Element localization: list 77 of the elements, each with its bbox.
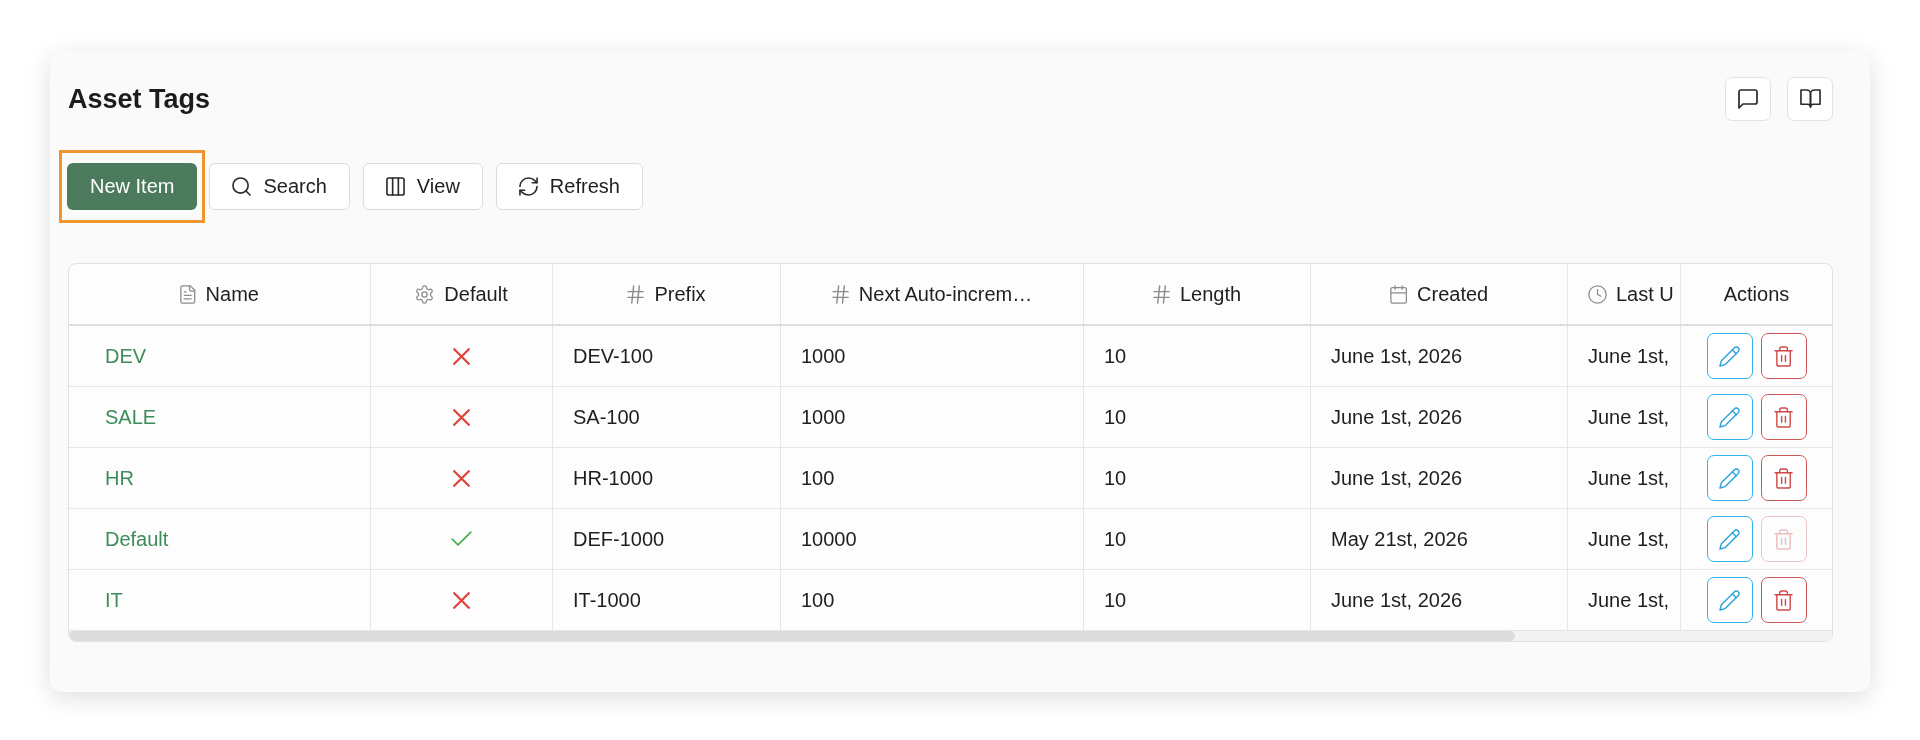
trash-icon xyxy=(1773,406,1794,428)
column-header: Last U xyxy=(1616,282,1674,306)
view-button[interactable]: View xyxy=(362,163,483,210)
table-cell: 10 xyxy=(1084,387,1311,447)
pencil-icon xyxy=(1719,467,1740,489)
column-header: Next Auto-increm… xyxy=(858,282,1033,306)
delete-button[interactable] xyxy=(1760,333,1807,379)
edit-button[interactable] xyxy=(1706,455,1753,501)
search-icon xyxy=(232,177,252,196)
name-link[interactable]: IT xyxy=(105,588,123,612)
edit-button[interactable] xyxy=(1706,577,1753,623)
column-header: Name xyxy=(205,282,259,306)
edit-button[interactable] xyxy=(1706,333,1753,379)
columns-icon xyxy=(385,177,405,196)
pencil-icon xyxy=(1719,528,1740,550)
table-cell: 10 xyxy=(1084,570,1311,630)
hash-icon xyxy=(831,284,849,304)
refresh-button[interactable]: Refresh xyxy=(495,163,643,210)
book-button[interactable] xyxy=(1787,77,1833,121)
pencil-icon xyxy=(1719,345,1740,367)
table-cell: DEV-100 xyxy=(553,326,781,386)
table-cell: 10000 xyxy=(781,509,1084,569)
table-cell: June 1st, 2026 xyxy=(1311,570,1568,630)
edit-button[interactable] xyxy=(1706,516,1753,562)
table-cell: May 21st, 2026 xyxy=(1311,509,1568,569)
name-link[interactable]: DEV xyxy=(105,344,147,368)
clock-icon xyxy=(1588,284,1607,304)
table-cell: June 1st, 2026 xyxy=(1311,326,1568,386)
table-cell: June 1st, 2026 xyxy=(1311,448,1568,508)
table-cell: 1000 xyxy=(781,326,1084,386)
table-cell: HR-1000 xyxy=(553,448,781,508)
column-header: Prefix xyxy=(654,282,706,306)
table-cell: June 1st, xyxy=(1568,387,1681,447)
new-item-button[interactable]: New Item xyxy=(67,163,198,210)
table-cell: 100 xyxy=(781,448,1084,508)
column-header: Actions xyxy=(1723,282,1790,306)
calendar-icon xyxy=(1389,284,1408,304)
delete-button[interactable] xyxy=(1760,577,1807,623)
page-title: Asset Tags xyxy=(68,83,211,115)
delete-button[interactable] xyxy=(1760,394,1807,440)
hash-icon xyxy=(1152,284,1170,304)
scrollbar-thumb[interactable] xyxy=(69,631,1515,641)
table-cell: 100 xyxy=(781,570,1084,630)
table-cell: IT-1000 xyxy=(553,570,781,630)
trash-icon xyxy=(1773,467,1794,489)
column-header: Length xyxy=(1179,282,1242,306)
table-cell: 10 xyxy=(1084,509,1311,569)
table-cell: 1000 xyxy=(781,387,1084,447)
column-header: Default xyxy=(444,282,508,306)
table-cell: June 1st, xyxy=(1568,509,1681,569)
delete-button[interactable] xyxy=(1760,455,1807,501)
table-cell: June 1st, 2026 xyxy=(1311,387,1568,447)
hash-icon xyxy=(627,284,645,304)
pencil-icon xyxy=(1719,406,1740,428)
refresh-icon xyxy=(518,177,538,196)
name-link[interactable]: SALE xyxy=(105,405,157,429)
document-icon xyxy=(180,284,196,304)
name-link[interactable]: HR xyxy=(105,466,134,490)
edit-button[interactable] xyxy=(1706,394,1753,440)
trash-icon xyxy=(1773,345,1794,367)
column-header: Created xyxy=(1417,282,1489,306)
gear-icon xyxy=(415,284,435,304)
table-cell: June 1st, xyxy=(1568,570,1681,630)
table-cell: 10 xyxy=(1084,448,1311,508)
speech-bubble-icon xyxy=(1738,89,1758,109)
book-icon xyxy=(1799,89,1821,109)
trash-icon xyxy=(1773,528,1794,550)
pencil-icon xyxy=(1719,589,1740,611)
table-cell: SA-100 xyxy=(553,387,781,447)
table-cell: June 1st, xyxy=(1568,326,1681,386)
table-cell: June 1st, xyxy=(1568,448,1681,508)
table-cell: 10 xyxy=(1084,326,1311,386)
search-button[interactable]: Search xyxy=(209,163,350,210)
name-link[interactable]: Default xyxy=(105,527,169,551)
trash-icon xyxy=(1773,589,1794,611)
comment-button[interactable] xyxy=(1725,77,1771,121)
table-cell: DEF-1000 xyxy=(553,509,781,569)
